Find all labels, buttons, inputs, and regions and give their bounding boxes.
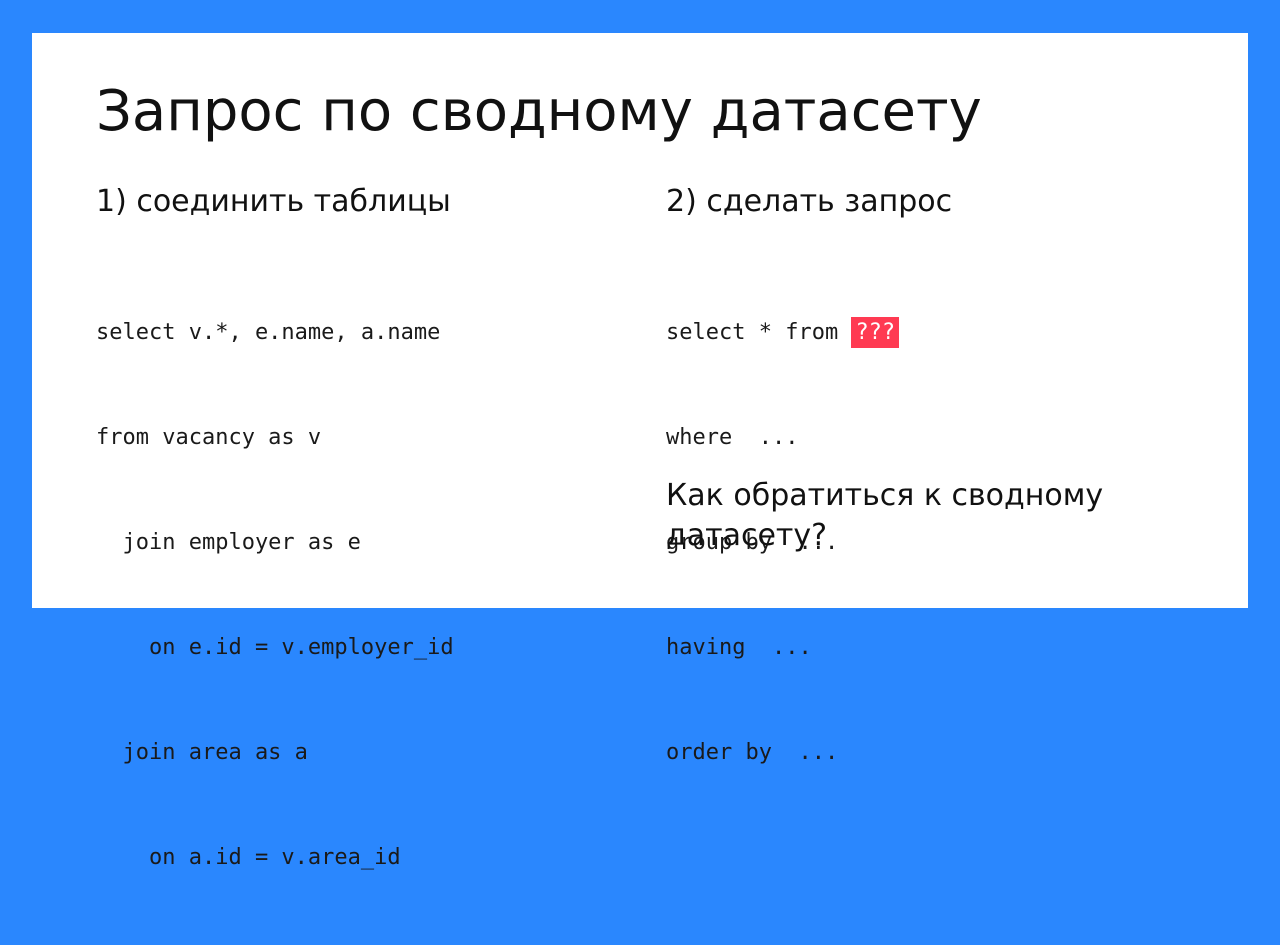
step-2-heading: 2) сделать запрос — [666, 184, 953, 219]
slide-card: Запрос по сводному датасету 1) соединить… — [32, 33, 1248, 870]
code-line: select v.*, e.name, a.name — [96, 320, 441, 345]
join-code-block: select v.*, e.name, a.name from vacancy … — [96, 245, 454, 945]
code-line: order by ... — [666, 740, 839, 765]
code-line: join area as a — [96, 740, 308, 765]
select-prefix: select * from — [666, 320, 852, 345]
code-line: on e.id = v.employer_id — [96, 635, 454, 660]
code-line-select: select * from ??? — [666, 315, 900, 350]
code-line: on a.id = v.area_id — [96, 845, 401, 870]
code-line: join employer as e — [96, 530, 361, 555]
question-text: Как обратиться к сводному датасету? — [666, 478, 1104, 553]
code-line: where ... — [666, 425, 799, 450]
unknown-source-highlight: ??? — [851, 317, 900, 348]
slide-title: Запрос по сводному датасету — [96, 79, 982, 144]
step-1-heading: 1) соединить таблицы — [96, 184, 451, 219]
code-line: from vacancy as v — [96, 425, 322, 450]
code-line: having ... — [666, 635, 812, 660]
